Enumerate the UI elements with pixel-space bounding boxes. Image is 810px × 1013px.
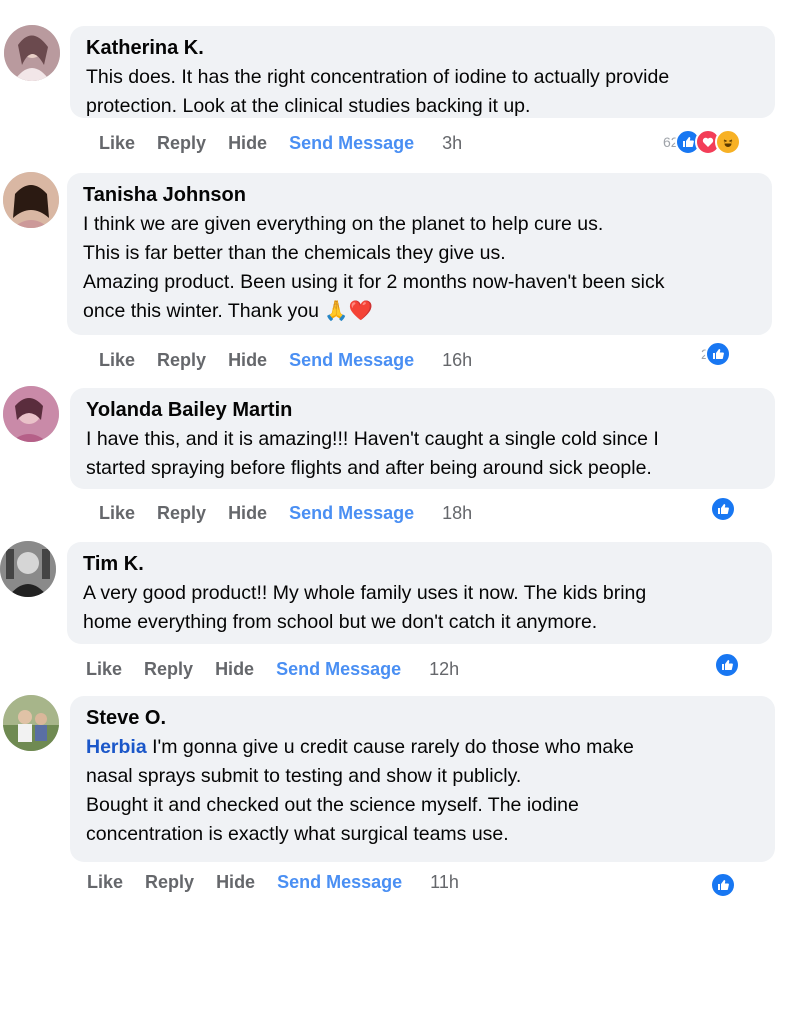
reactions-summary[interactable] xyxy=(714,652,740,678)
send-message-button[interactable]: Send Message xyxy=(289,503,414,524)
comment-line-text: I'm gonna give u credit cause rarely do … xyxy=(146,736,634,758)
like-icon xyxy=(704,341,731,367)
author-name[interactable]: Yolanda Bailey Martin xyxy=(86,397,761,423)
reply-button[interactable]: Reply xyxy=(144,659,193,680)
comment-line: started spraying before flights and afte… xyxy=(86,457,652,479)
like-button[interactable]: Like xyxy=(99,350,135,371)
comment-text: I think we are given everything on the p… xyxy=(83,210,758,326)
hide-button[interactable]: Hide xyxy=(215,659,254,680)
author-name[interactable]: Tanisha Johnson xyxy=(83,182,758,208)
comment-line: I have this, and it is amazing!!! Haven'… xyxy=(86,428,659,450)
reply-button[interactable]: Reply xyxy=(157,133,206,154)
like-icon xyxy=(710,496,736,522)
haha-icon xyxy=(714,129,741,155)
hide-button[interactable]: Hide xyxy=(228,133,267,154)
timestamp[interactable]: 12h xyxy=(429,659,459,680)
comment-line: home everything from school but we don't… xyxy=(83,611,598,633)
comment-bubble: Katherina K. This does. It has the right… xyxy=(70,26,775,118)
comment-line: I think we are given everything on the p… xyxy=(83,213,604,235)
comment-line: protection. Look at the clinical studies… xyxy=(86,95,531,117)
hide-button[interactable]: Hide xyxy=(216,872,255,893)
comment-text: I have this, and it is amazing!!! Haven'… xyxy=(86,425,761,483)
comment-actions: Like Reply Hide Send Message 12h xyxy=(86,657,481,681)
author-name[interactable]: Steve O. xyxy=(86,705,761,731)
mention-link[interactable]: Herbia xyxy=(86,736,147,758)
comment-line: Bought it and checked out the science my… xyxy=(86,794,579,816)
comment-actions: Like Reply Hide Send Message 16h xyxy=(99,348,494,372)
comment-text: A very good product!! My whole family us… xyxy=(83,579,758,637)
like-icon xyxy=(710,872,736,898)
comment-bubble: Yolanda Bailey Martin I have this, and i… xyxy=(70,388,775,489)
comment-bubble: Steve O. Herbia I'm gonna give u credit … xyxy=(70,696,775,862)
timestamp[interactable]: 11h xyxy=(430,872,459,893)
send-message-button[interactable]: Send Message xyxy=(289,133,414,154)
reactions-summary[interactable]: 2 xyxy=(701,341,731,367)
avatar[interactable] xyxy=(0,541,56,597)
author-name[interactable]: Katherina K. xyxy=(86,35,761,61)
comment-line: Amazing product. Been using it for 2 mon… xyxy=(83,271,665,293)
reactions-summary[interactable] xyxy=(710,872,736,898)
comment-text: Herbia I'm gonna give u credit cause rar… xyxy=(86,733,761,849)
comment-line: Herbia I'm gonna give u credit cause rar… xyxy=(86,733,761,762)
comment-line: nasal sprays submit to testing and show … xyxy=(86,765,522,787)
like-icon xyxy=(714,652,740,678)
avatar[interactable] xyxy=(3,695,59,751)
comment-actions: Like Reply Hide Send Message 18h xyxy=(99,501,494,525)
comment-line: This is far better than the chemicals th… xyxy=(83,242,506,264)
avatar[interactable] xyxy=(3,172,59,228)
comment-line: This does. It has the right concentratio… xyxy=(86,66,670,88)
comment-bubble: Tim K. A very good product!! My whole fa… xyxy=(67,542,772,644)
comment-line: once this winter. Thank you 🙏❤️ xyxy=(83,300,373,322)
comment-actions: Like Reply Hide Send Message 3h xyxy=(99,131,484,155)
timestamp[interactable]: 3h xyxy=(442,133,462,154)
author-name[interactable]: Tim K. xyxy=(83,551,758,577)
reply-button[interactable]: Reply xyxy=(145,872,194,893)
comment-bubble: Tanisha Johnson I think we are given eve… xyxy=(67,173,772,335)
send-message-button[interactable]: Send Message xyxy=(289,350,414,371)
like-button[interactable]: Like xyxy=(99,133,135,154)
reactions-summary[interactable]: 62 xyxy=(663,129,741,155)
send-message-button[interactable]: Send Message xyxy=(276,659,401,680)
hide-button[interactable]: Hide xyxy=(228,350,267,371)
reply-button[interactable]: Reply xyxy=(157,350,206,371)
timestamp[interactable]: 18h xyxy=(442,503,472,524)
like-button[interactable]: Like xyxy=(99,503,135,524)
hide-button[interactable]: Hide xyxy=(228,503,267,524)
avatar[interactable] xyxy=(3,386,59,442)
send-message-button[interactable]: Send Message xyxy=(277,872,402,893)
like-button[interactable]: Like xyxy=(87,872,123,893)
reactions-summary[interactable] xyxy=(710,496,736,522)
comment-line: concentration is exactly what surgical t… xyxy=(86,823,509,845)
comment-actions: Like Reply Hide Send Message 11h xyxy=(87,870,481,894)
comment-text: This does. It has the right concentratio… xyxy=(86,63,761,121)
timestamp[interactable]: 16h xyxy=(442,350,472,371)
like-button[interactable]: Like xyxy=(86,659,122,680)
reply-button[interactable]: Reply xyxy=(157,503,206,524)
comment-line: A very good product!! My whole family us… xyxy=(83,582,647,604)
avatar[interactable] xyxy=(4,25,60,81)
